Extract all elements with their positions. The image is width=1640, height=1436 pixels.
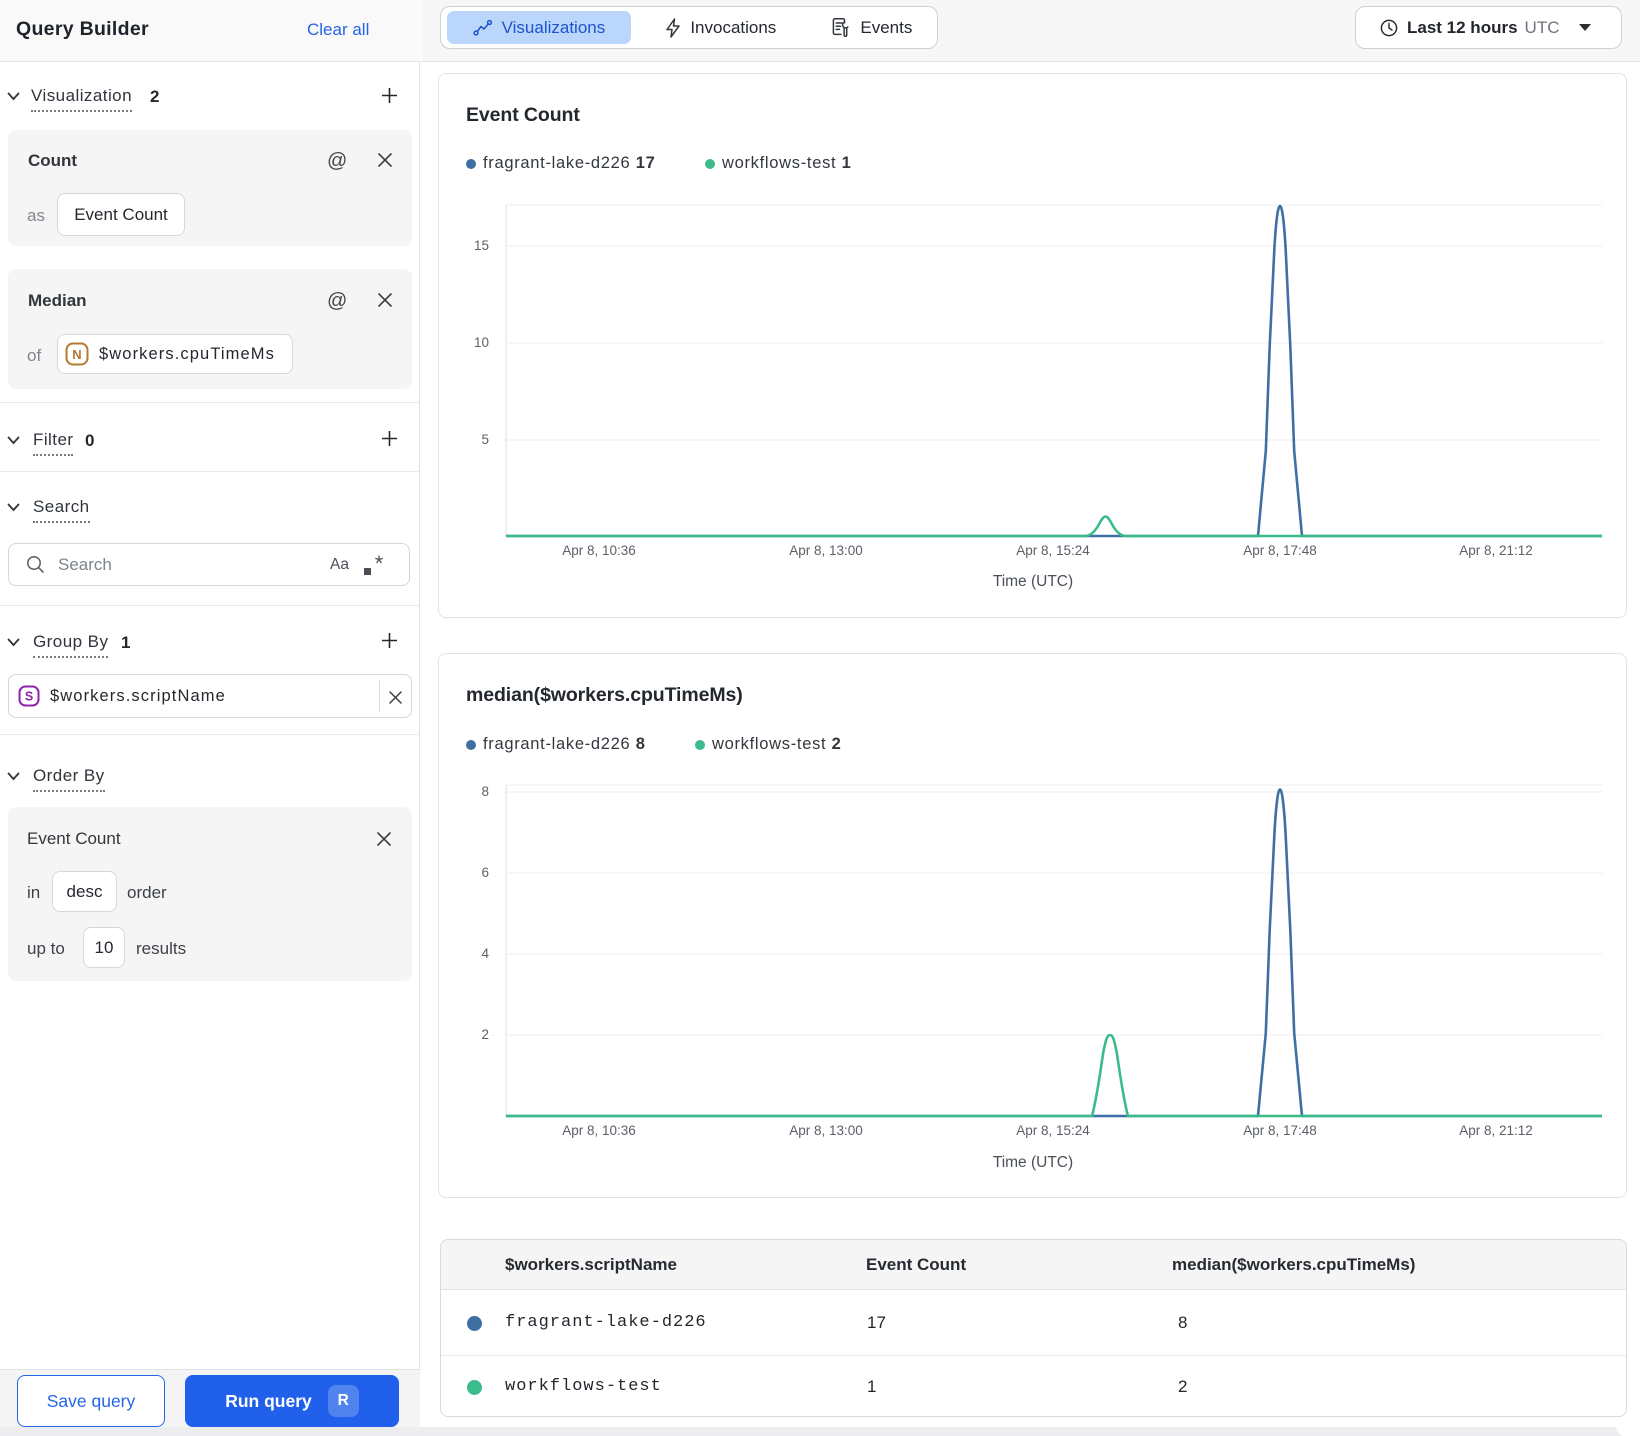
svg-text:N: N <box>72 347 81 362</box>
svg-text:*: * <box>375 555 384 576</box>
svg-text:S: S <box>25 690 33 704</box>
